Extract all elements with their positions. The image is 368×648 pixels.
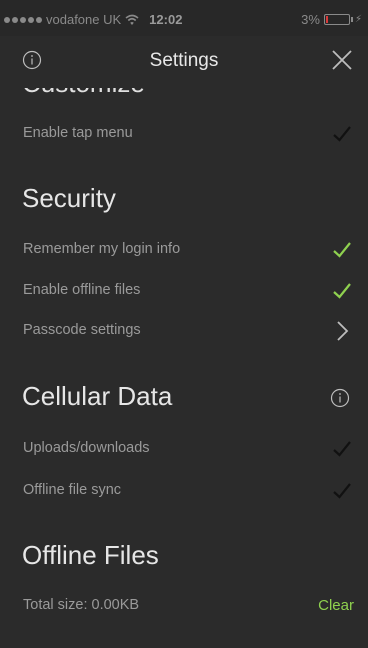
cellular-info-icon[interactable] [330,388,350,408]
battery-percent: 3% [301,12,320,27]
carrier-name: vodafone UK [46,12,122,27]
row-label: Enable offline files [23,282,141,298]
row-label: Enable tap menu [23,125,133,141]
checkmark-icon [333,126,351,142]
row-enable-offline-files[interactable]: Enable offline files [0,271,368,311]
signal-strength-icon [4,16,42,23]
row-label: Remember my login info [23,241,181,257]
row-remember-login[interactable]: Remember my login info [0,230,368,270]
status-time: 12:02 [149,12,183,27]
total-size-label: Total size: 0.00KB [23,597,140,613]
settings-list[interactable]: Customize Enable tap menu Security Remem… [0,88,368,648]
close-icon[interactable] [330,48,354,72]
section-heading-offline-files: Offline Files [22,540,159,570]
section-heading-customize: Customize [22,88,145,99]
row-uploads-downloads[interactable]: Uploads/downloads [0,429,368,469]
checkmark-icon [333,283,351,299]
chevron-right-icon [337,321,349,341]
status-right: 3% ⚡ [301,12,362,27]
row-label: Uploads/downloads [23,440,150,456]
clear-button[interactable]: Clear [318,597,354,614]
battery-tip [350,17,353,22]
navigation-bar: Settings [0,36,368,88]
status-left: vodafone UK 12:02 [4,12,182,27]
row-enable-tap-menu[interactable]: Enable tap menu [0,114,368,154]
battery-fill [325,16,328,23]
page-title: Settings [149,50,219,71]
row-passcode-settings[interactable]: Passcode settings [0,311,368,351]
checkmark-icon [333,441,351,457]
row-label: Offline file sync [23,482,122,498]
charging-icon: ⚡ [354,14,362,25]
status-bar: vodafone UK 12:02 3% ⚡ [0,0,368,36]
checkmark-icon [333,242,351,258]
row-offline-file-sync[interactable]: Offline file sync [0,471,368,511]
wifi-icon [125,14,139,25]
battery-icon [323,14,350,25]
section-heading-security: Security [22,183,116,213]
row-total-size: Total size: 0.00KB Clear [0,586,368,626]
row-label: Passcode settings [23,322,141,338]
checkmark-icon [333,483,351,499]
section-heading-cellular-data: Cellular Data [22,381,173,411]
